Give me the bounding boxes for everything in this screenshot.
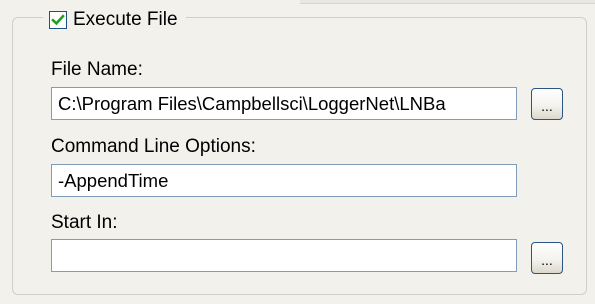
file-name-browse-button[interactable]: ...	[531, 88, 563, 120]
execute-file-checkbox[interactable]	[49, 11, 67, 29]
execute-file-panel: Execute File File Name: C:\Program Files…	[0, 0, 595, 304]
execute-file-label: Execute File	[73, 9, 178, 30]
file-name-field[interactable]: C:\Program Files\Campbellsci\LoggerNet\L…	[51, 87, 517, 120]
panel-top-edge	[300, 0, 595, 4]
start-in-label: Start In:	[51, 212, 118, 233]
execute-file-group-header: Execute File	[43, 5, 186, 35]
start-in-field[interactable]	[51, 239, 517, 272]
command-line-options-field[interactable]: -AppendTime	[51, 164, 517, 197]
file-name-label: File Name:	[51, 59, 143, 80]
start-in-browse-button[interactable]: ...	[531, 242, 563, 274]
command-line-options-label: Command Line Options:	[51, 136, 256, 157]
checkmark-icon	[51, 14, 65, 26]
